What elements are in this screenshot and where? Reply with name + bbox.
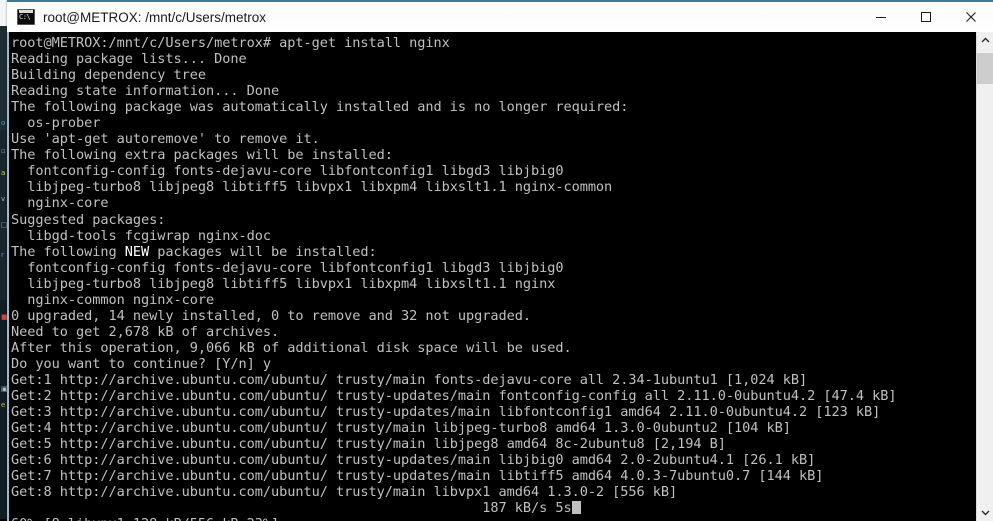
text-cursor	[571, 501, 581, 515]
terminal-line-26: Get:6 http://archive.ubuntu.com/ubuntu/ …	[11, 452, 816, 469]
download-rate-line: 187 kB/s 5s	[11, 500, 976, 516]
highlighted-word: NEW	[124, 243, 150, 260]
scroll-up-arrow-icon[interactable]	[977, 32, 993, 49]
terminal-screen[interactable]: root@METROX:/mnt/c/Users/metrox# apt-get…	[9, 32, 976, 521]
terminal-line-18: Need to get 2,678 kB of archives.	[11, 323, 280, 340]
terminal-line-17: 0 upgraded, 14 newly installed, 0 to rem…	[11, 307, 531, 324]
terminal-line-13: The following NEW packages will be insta…	[11, 243, 377, 260]
terminal-line-27: Get:7 http://archive.ubuntu.com/ubuntu/ …	[11, 468, 824, 485]
terminal-line-3: Reading state information... Done	[11, 83, 280, 100]
terminal-line-5: os-prober	[11, 115, 101, 132]
terminal-line-4: The following package was automatically …	[11, 99, 629, 116]
terminal-line-21: Get:1 http://archive.ubuntu.com/ubuntu/ …	[11, 371, 808, 388]
terminal-line-20: Do you want to continue? [Y/n] y	[11, 355, 271, 372]
scroll-down-arrow-icon[interactable]	[977, 504, 993, 521]
terminal-line-22: Get:2 http://archive.ubuntu.com/ubuntu/ …	[11, 388, 897, 405]
terminal-line-24: Get:4 http://archive.ubuntu.com/ubuntu/ …	[11, 420, 791, 437]
scroll-thumb[interactable]	[977, 53, 993, 84]
console-window: root@METROX: /mnt/c/Users/metrox	[7, 0, 993, 521]
terminal-line-7: The following extra packages will be ins…	[11, 147, 393, 164]
terminal-line-23: Get:3 http://archive.ubuntu.com/ubuntu/ …	[11, 404, 881, 421]
terminal-line-14: fontconfig-config fonts-dejavu-core libf…	[11, 259, 564, 276]
terminal-line-8: fontconfig-config fonts-dejavu-core libf…	[11, 163, 564, 180]
terminal-line-9: libjpeg-turbo8 libjpeg8 libtiff5 libvpx1…	[11, 179, 613, 196]
terminal-area: root@METROX:/mnt/c/Users/metrox# apt-get…	[7, 32, 993, 521]
window-controls	[858, 2, 993, 32]
close-button[interactable]	[948, 2, 993, 32]
terminal-line-6: Use 'apt-get autoremove' to remove it.	[11, 131, 320, 148]
terminal-scrollbar[interactable]	[976, 32, 993, 521]
terminal-line-11: Suggested packages:	[11, 211, 166, 228]
terminal-line-25: Get:5 http://archive.ubuntu.com/ubuntu/ …	[11, 436, 726, 453]
terminal-line-0: root@METROX:/mnt/c/Users/metrox# apt-get…	[11, 35, 450, 51]
terminal-line-1: Reading package lists... Done	[11, 51, 247, 68]
window-title: root@METROX: /mnt/c/Users/metrox	[43, 9, 266, 25]
window-titlebar[interactable]: root@METROX: /mnt/c/Users/metrox	[7, 2, 993, 32]
cmd-console-icon	[17, 9, 35, 25]
terminal-line-12: libgd-tools fcgiwrap nginx-doc	[11, 227, 271, 244]
scroll-track[interactable]	[977, 49, 993, 504]
terminal-line-19: After this operation, 9,066 kB of additi…	[11, 339, 572, 356]
terminal-output: root@METROX:/mnt/c/Users/metrox# apt-get…	[11, 35, 976, 521]
terminal-line-15: libjpeg-turbo8 libjpeg8 libtiff5 libvpx1…	[11, 275, 556, 292]
terminal-line-16: nginx-common nginx-core	[11, 291, 215, 308]
terminal-line-2: Building dependency tree	[11, 67, 206, 84]
minimize-button[interactable]	[858, 2, 903, 32]
terminal-line-10: nginx-core	[11, 195, 109, 212]
maximize-button[interactable]	[903, 2, 948, 32]
terminal-line-28: Get:8 http://archive.ubuntu.com/ubuntu/ …	[11, 484, 678, 501]
